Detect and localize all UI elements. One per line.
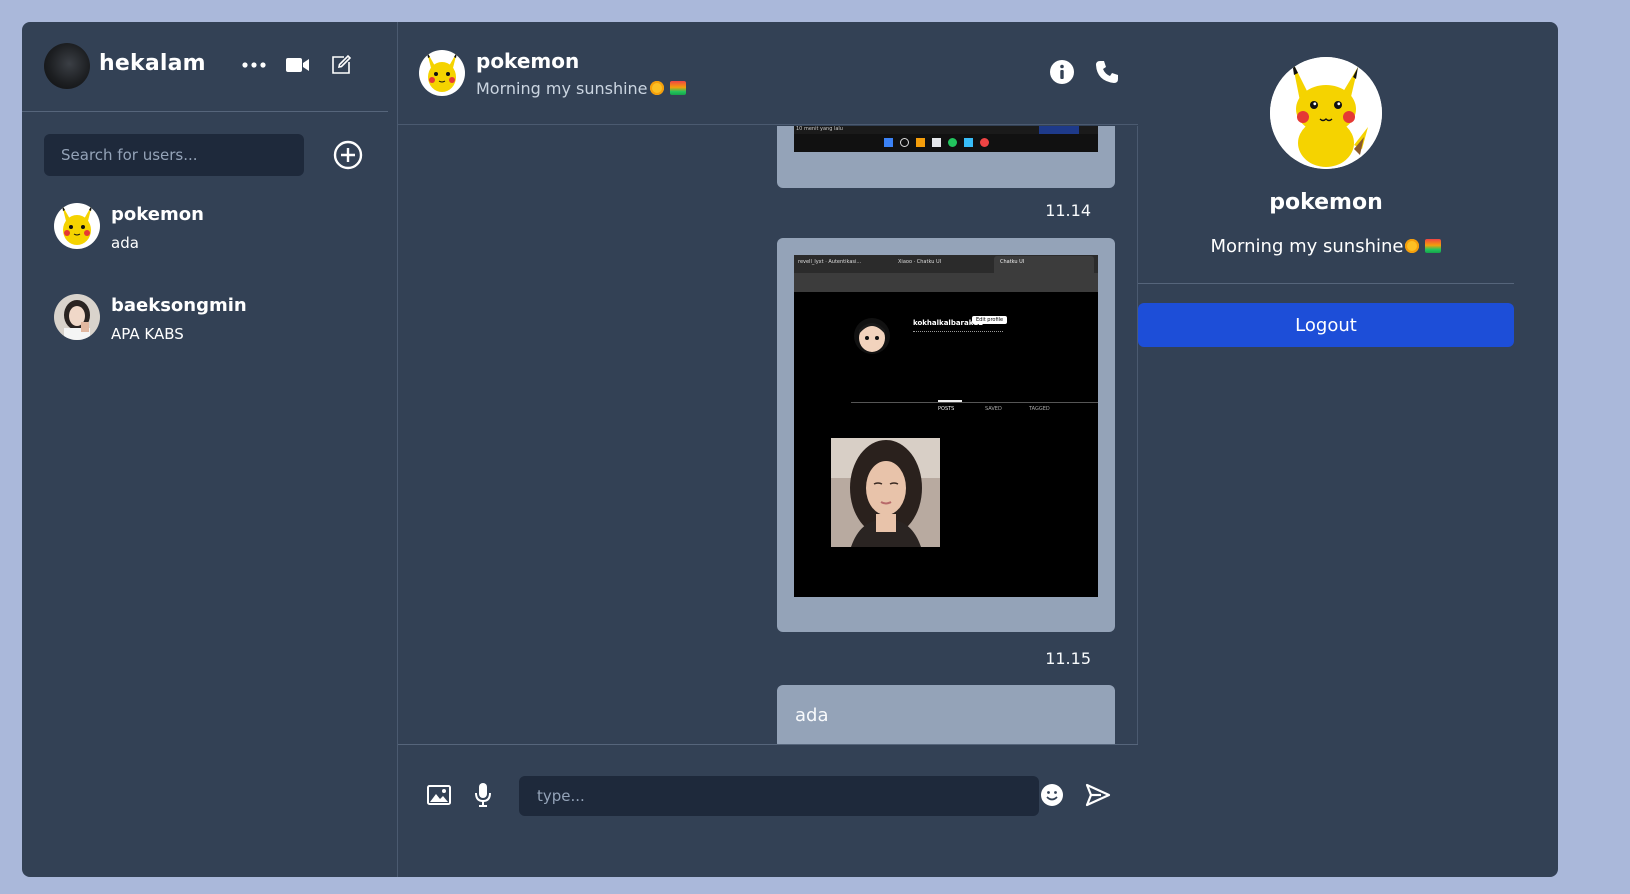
- screenshot-taskbar-top: 10 menit yang lalu: [794, 126, 1098, 134]
- screenshot-image[interactable]: revell_lyxt · Autentikasi... Xiaoo · Cha…: [794, 255, 1098, 597]
- screenshot-image[interactable]: 10 menit yang lalu: [794, 126, 1098, 152]
- conversation-last-message: ada: [111, 234, 139, 252]
- profile-panel: pokemon Morning my sunshine Logout: [1138, 22, 1558, 877]
- screenshot-tab: Chatku UI: [1000, 259, 1025, 265]
- screenshot-block: [1039, 126, 1079, 134]
- screenshot-taskbar-icons: [884, 138, 989, 147]
- chat-header: pokemon Morning my sunshine: [398, 22, 1138, 125]
- microphone-icon[interactable]: [470, 782, 496, 808]
- contact-photo-avatar: [54, 294, 100, 340]
- video-call-icon[interactable]: [285, 53, 311, 77]
- screenshot-tab: Xiaoo · Chatku UI: [898, 259, 942, 265]
- conversation-item[interactable]: baeksongmin APA KABS: [22, 294, 388, 366]
- screenshot-divider: [851, 402, 1098, 403]
- message-time: 11.15: [1045, 649, 1091, 668]
- more-options-icon[interactable]: [241, 53, 267, 77]
- sidebar: hekalam pokemon ada ba: [22, 22, 398, 877]
- screenshot-stats: [913, 331, 1003, 335]
- message-input-bar: [398, 744, 1138, 877]
- contact-status-text: Morning my sunshine: [476, 79, 648, 98]
- contact-status: Morning my sunshine: [476, 79, 686, 98]
- image-message[interactable]: revell_lyxt · Autentikasi... Xiaoo · Cha…: [777, 238, 1115, 632]
- profile-avatar: [1270, 57, 1382, 169]
- send-icon[interactable]: [1085, 782, 1111, 808]
- messages-area[interactable]: 10 menit yang lalu 11.14 revell_lyxt · A…: [398, 126, 1138, 744]
- message-input[interactable]: [519, 776, 1039, 816]
- screenshot-post-photo: [831, 438, 940, 547]
- screenshot-addressbar: [794, 273, 1098, 292]
- image-upload-icon[interactable]: [426, 782, 452, 808]
- contact-avatar[interactable]: [419, 50, 465, 96]
- landscape-emoji-icon: [1425, 239, 1442, 253]
- compose-icon[interactable]: [328, 53, 354, 77]
- phone-icon[interactable]: [1094, 59, 1120, 85]
- screenshot-posts-tab: POSTS: [938, 406, 955, 412]
- screenshot-active-indicator: [938, 400, 962, 402]
- username: hekalam: [99, 51, 206, 76]
- image-message[interactable]: 10 menit yang lalu: [777, 126, 1115, 188]
- profile-divider: [1138, 283, 1514, 284]
- sun-icon: [649, 81, 664, 95]
- screenshot-tagged-tab: TAGGED: [1029, 406, 1050, 412]
- profile-name: pokemon: [1269, 190, 1383, 215]
- conversation-last-message: APA KABS: [111, 325, 184, 343]
- screenshot-text: 10 menit yang lalu: [796, 126, 843, 132]
- landscape-emoji-icon: [669, 81, 686, 95]
- profile-status: Morning my sunshine: [1138, 236, 1514, 257]
- contact-name: pokemon: [476, 49, 580, 73]
- screenshot-tabbar: revell_lyxt · Autentikasi... Xiaoo · Cha…: [794, 255, 1098, 273]
- conversation-item[interactable]: pokemon ada: [22, 203, 388, 275]
- conversation-name: baeksongmin: [111, 295, 247, 316]
- user-avatar[interactable]: [44, 43, 90, 89]
- screenshot-active-tab: Chatku UI: [994, 256, 1094, 273]
- add-user-icon[interactable]: [332, 139, 364, 171]
- sidebar-header: hekalam: [22, 22, 388, 112]
- screenshot-saved-tab: SAVED: [985, 406, 1002, 412]
- chat-app: hekalam pokemon ada ba: [22, 22, 1558, 877]
- text-message[interactable]: ada: [777, 685, 1115, 744]
- screenshot-tab: revell_lyxt · Autentikasi...: [798, 259, 862, 265]
- sun-icon: [1405, 239, 1420, 253]
- message-time: 11.14: [1045, 201, 1091, 220]
- chat-panel: pokemon Morning my sunshine 10 menit yan…: [398, 22, 1138, 877]
- info-icon[interactable]: [1049, 59, 1075, 85]
- message-text: ada: [795, 705, 829, 726]
- logout-button[interactable]: Logout: [1138, 303, 1514, 347]
- emoji-icon[interactable]: [1039, 782, 1065, 808]
- screenshot-profile-avatar: [854, 318, 890, 354]
- profile-status-text: Morning my sunshine: [1210, 236, 1404, 257]
- search-input[interactable]: [44, 134, 304, 176]
- pikachu-avatar: [54, 203, 100, 249]
- conversation-name: pokemon: [111, 204, 204, 225]
- screenshot-edit-profile: Edit profile: [972, 316, 1008, 324]
